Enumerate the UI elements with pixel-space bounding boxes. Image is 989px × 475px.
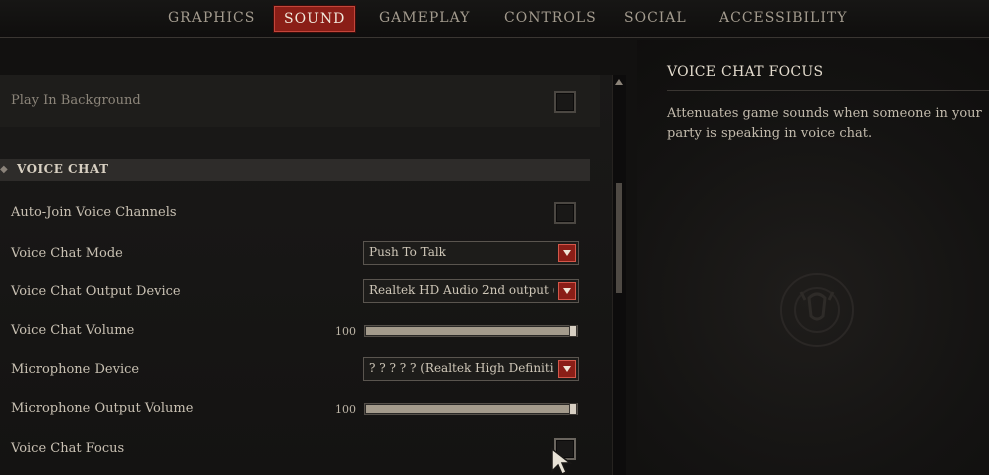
voice-chat-focus-label: Voice Chat Focus (11, 441, 125, 456)
chevron-down-icon[interactable] (558, 282, 576, 300)
scroll-up-arrow-icon[interactable] (614, 77, 624, 87)
tab-graphics[interactable]: GRAPHICS (168, 6, 255, 30)
tab-controls[interactable]: CONTROLS (504, 6, 597, 30)
mouse-cursor-icon (551, 447, 573, 475)
voice-chat-volume-slider[interactable] (364, 325, 578, 337)
scrollbar-thumb[interactable] (616, 183, 622, 293)
voice-chat-section-header[interactable]: ◆ VOICE CHAT (0, 159, 590, 181)
voice-chat-volume-fill (366, 327, 570, 335)
tab-gameplay[interactable]: GAMEPLAY (379, 6, 470, 30)
microphone-device-dropdown[interactable]: ? ? ? ? ? (Realtek High Definition (363, 357, 579, 381)
diamond-bullet-icon: ◆ (0, 164, 8, 175)
chevron-down-icon[interactable] (558, 244, 576, 262)
description-title: VOICE CHAT FOCUS (667, 64, 824, 80)
microphone-output-volume-slider[interactable] (364, 403, 578, 415)
tab-social[interactable]: SOCIAL (624, 6, 687, 30)
setting-description-panel: VOICE CHAT FOCUS Attenuates game sounds … (637, 40, 989, 475)
voice-chat-mode-label: Voice Chat Mode (11, 246, 123, 261)
voice-chat-output-device-label: Voice Chat Output Device (11, 284, 181, 299)
microphone-output-volume-handle[interactable] (569, 403, 577, 415)
tab-accessibility[interactable]: ACCESSIBILITY (719, 6, 847, 30)
tab-divider (0, 37, 989, 38)
play-in-background-checkbox[interactable] (554, 91, 576, 113)
microphone-output-volume-value: 100 (335, 403, 356, 416)
tab-sound[interactable]: SOUND (274, 6, 356, 32)
settings-scrollbar[interactable] (612, 75, 626, 475)
sound-settings-panel: Play In Background ◆ VOICE CHAT Auto-Joi… (0, 75, 625, 475)
description-divider (667, 90, 989, 91)
emblem-icon (780, 273, 854, 347)
auto-join-voice-channels-checkbox[interactable] (554, 202, 576, 224)
setting-row-play-in-background: Play In Background (0, 75, 600, 127)
description-text: Attenuates game sounds when someone in y… (667, 106, 982, 141)
settings-screen: GRAPHICS SOUND GAMEPLAY CONTROLS SOCIAL … (0, 0, 989, 475)
voice-chat-volume-value: 100 (335, 325, 356, 338)
voice-chat-volume-label: Voice Chat Volume (11, 323, 135, 338)
voice-chat-volume-handle[interactable] (569, 325, 577, 337)
microphone-output-volume-fill (366, 405, 570, 413)
microphone-output-volume-label: Microphone Output Volume (11, 401, 194, 416)
microphone-device-label: Microphone Device (11, 362, 140, 377)
chevron-down-icon[interactable] (558, 360, 576, 378)
voice-chat-mode-value: Push To Talk (369, 245, 446, 259)
voice-chat-section-title: VOICE CHAT (17, 162, 109, 176)
play-in-background-label: Play In Background (11, 93, 141, 108)
microphone-device-value: ? ? ? ? ? (Realtek High Definition (369, 361, 554, 375)
voice-chat-mode-dropdown[interactable]: Push To Talk (363, 241, 579, 265)
auto-join-voice-channels-label: Auto-Join Voice Channels (11, 205, 177, 220)
settings-tab-bar: GRAPHICS SOUND GAMEPLAY CONTROLS SOCIAL … (0, 0, 989, 38)
voice-chat-output-device-dropdown[interactable]: Realtek HD Audio 2nd output (Re (363, 279, 579, 303)
voice-chat-output-device-value: Realtek HD Audio 2nd output (Re (369, 283, 554, 297)
